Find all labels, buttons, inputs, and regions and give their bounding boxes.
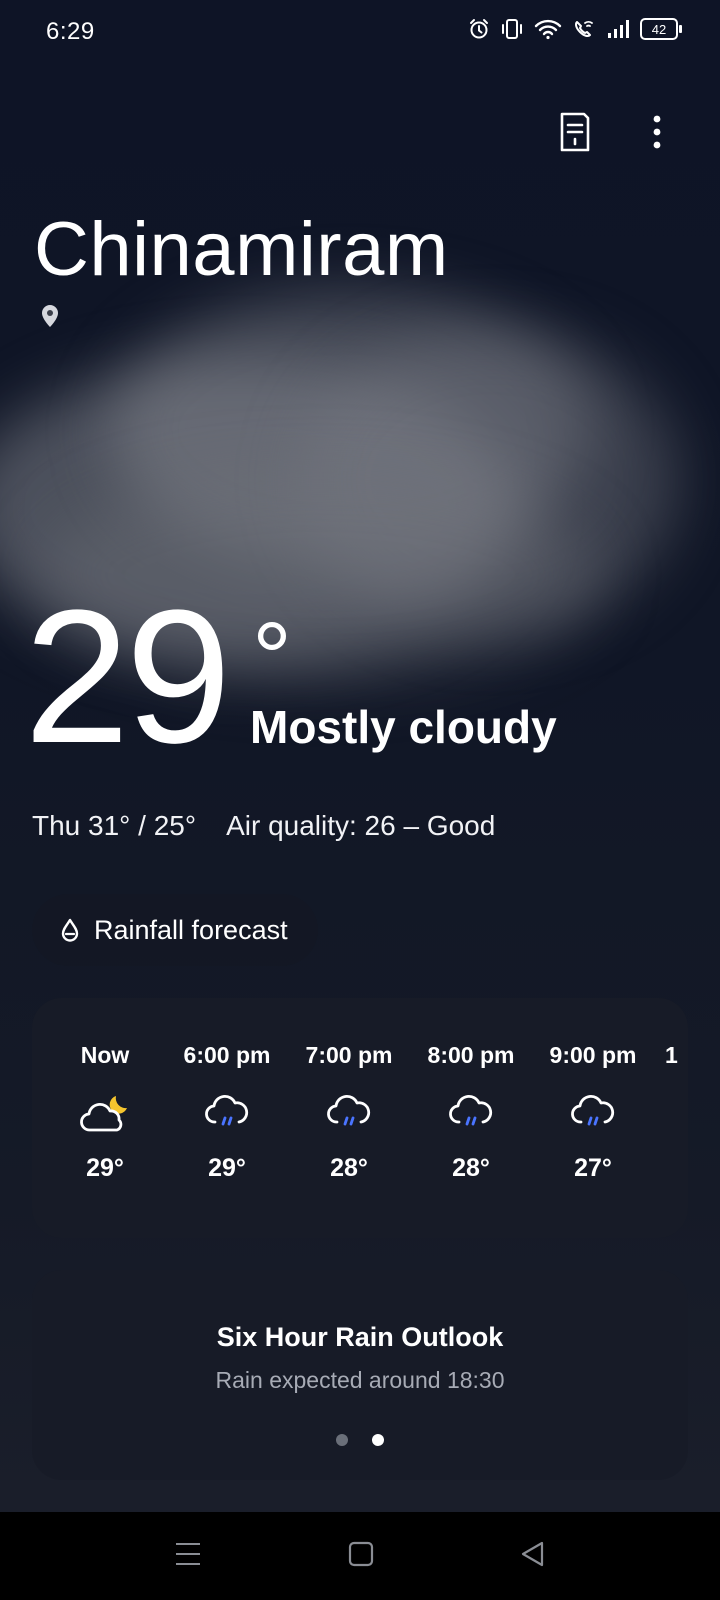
back-icon[interactable]	[520, 1540, 546, 1568]
battery-icon: 42	[640, 18, 682, 40]
rainfall-forecast-label: Rainfall forecast	[94, 914, 288, 945]
more-options-icon[interactable]	[652, 114, 662, 150]
outlook-title: Six Hour Rain Outlook	[216, 1322, 504, 1352]
partly-cloudy-night-icon	[80, 1096, 127, 1132]
top-actions	[558, 112, 662, 152]
rainfall-forecast-button[interactable]: Rainfall forecast	[32, 894, 318, 966]
hour-time: 6:00 pm	[183, 1042, 271, 1068]
degree-symbol: °	[252, 602, 292, 714]
air-quality[interactable]: Air quality: 26 – Good	[226, 810, 495, 841]
hour-temperature: 29°	[208, 1154, 246, 1182]
hour-time: Now	[80, 1042, 130, 1068]
hourly-forecast-card[interactable]: Now 29° 6:00 pm 29° 7:00 pm 28° 8:00 pm …	[32, 998, 688, 1238]
hourly-item: 9:00 pm 27°	[531, 1042, 655, 1183]
page-dot[interactable]	[336, 1434, 348, 1446]
page-dot-active[interactable]	[372, 1434, 384, 1446]
hourly-item: 1	[653, 1042, 688, 1070]
city-list-icon[interactable]	[558, 112, 592, 152]
rain-cloud-icon	[449, 1094, 493, 1126]
day-temperature-range: Thu 31° / 25°	[32, 810, 197, 841]
hourly-item: 8:00 pm 28°	[409, 1042, 533, 1183]
alarm-icon	[470, 19, 488, 39]
rain-cloud-icon	[571, 1094, 615, 1126]
hour-time: 9:00 pm	[549, 1042, 637, 1068]
recent-apps-icon[interactable]	[175, 1540, 201, 1568]
hour-time: 1	[665, 1042, 678, 1068]
hour-temperature: 29°	[86, 1154, 124, 1182]
rain-outlook-card[interactable]: Six Hour Rain Outlook Rain expected arou…	[32, 1270, 688, 1480]
raindrop-icon	[61, 918, 79, 942]
vibrate-icon	[502, 19, 522, 39]
navigation-bar	[0, 1512, 720, 1600]
hourly-item: 7:00 pm 28°	[287, 1042, 411, 1183]
current-temperature: 29	[24, 571, 231, 783]
location-pin-icon	[42, 305, 58, 327]
page-indicator	[32, 1434, 688, 1446]
hour-time: 7:00 pm	[305, 1042, 393, 1068]
hourly-item: Now 29°	[43, 1042, 167, 1183]
rain-cloud-icon	[205, 1094, 249, 1126]
signal-icon	[608, 20, 629, 38]
status-time: 6:29	[46, 18, 95, 45]
hour-temperature: 28°	[330, 1154, 368, 1182]
hourly-item: 6:00 pm 29°	[165, 1042, 289, 1183]
status-icons: 42	[468, 18, 682, 40]
home-icon[interactable]	[348, 1540, 374, 1568]
hour-temperature: 28°	[452, 1154, 490, 1182]
wifi-calling-icon	[575, 20, 593, 37]
hour-temperature: 27°	[574, 1154, 612, 1182]
city-name: Chinamiram	[34, 207, 449, 292]
hour-time: 8:00 pm	[427, 1042, 515, 1068]
rain-cloud-icon	[327, 1094, 371, 1126]
daily-summary: Thu 31° / 25° Air quality: 26 – Good	[32, 810, 495, 842]
wifi-icon	[534, 19, 562, 40]
weather-condition: Mostly cloudy	[250, 701, 557, 753]
status-bar: 6:29 42	[0, 0, 720, 62]
outlook-subtitle: Rain expected around 18:30	[215, 1367, 505, 1393]
